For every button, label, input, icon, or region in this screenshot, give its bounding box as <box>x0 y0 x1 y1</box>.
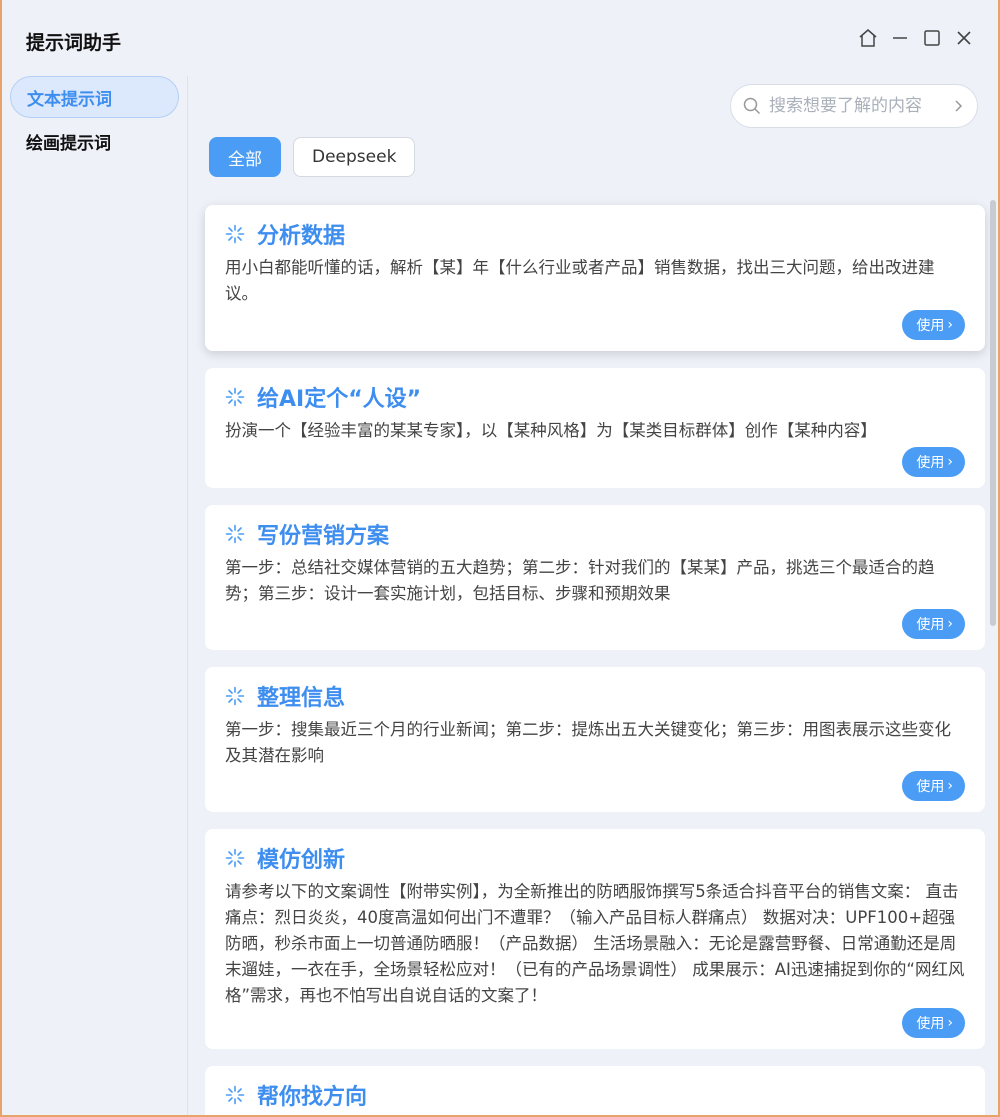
sidebar-item-text-prompts[interactable]: 文本提示词 <box>10 76 179 118</box>
sparkle-icon <box>225 1085 245 1105</box>
chevron-right-icon: › <box>947 778 953 794</box>
prompt-card: 给AI定个“人设” 扮演一个【经验丰富的某某专家】，以【某种风格】为【某类目标群… <box>205 368 985 488</box>
prompt-card: 写份营销方案 第一步：总结社交媒体营销的五大趋势；第二步：针对我们的【某某】产品… <box>205 505 985 650</box>
sidebar-item-label: 绘画提示词 <box>26 133 111 154</box>
sparkle-icon <box>225 387 245 407</box>
filter-all[interactable]: 全部 <box>209 137 281 177</box>
card-description: 第一步：总结社交媒体营销的五大趋势；第二步：针对我们的【某某】产品，挑选三个最适… <box>225 558 935 603</box>
use-button[interactable]: 使用 › <box>902 310 965 340</box>
sparkle-icon <box>225 524 245 544</box>
search-input[interactable] <box>769 96 951 116</box>
card-title: 帮你找方向 <box>257 1085 368 1110</box>
use-button[interactable]: 使用 › <box>902 609 965 639</box>
sparkle-icon <box>225 686 245 706</box>
card-title: 写份营销方案 <box>257 524 390 549</box>
filter-tabs: 全部 Deepseek <box>209 137 416 177</box>
card-title: 整理信息 <box>257 686 346 711</box>
search-icon <box>743 97 761 115</box>
use-button[interactable]: 使用 › <box>902 1008 965 1038</box>
card-description: 用小白都能听懂的话，解析【某】年【什么行业或者产品】销售数据，找出三大问题，给出… <box>225 258 935 303</box>
sidebar-item-drawing-prompts[interactable]: 绘画提示词 <box>10 120 179 162</box>
chevron-right-icon[interactable] <box>951 99 965 113</box>
app-window: 提示词助手 文本提示词 绘画提示词 搜索想要了解的内容 全部 Deepseek … <box>2 0 998 1115</box>
chevron-right-icon: › <box>947 616 953 632</box>
home-icon[interactable] <box>858 26 878 50</box>
chevron-right-icon: › <box>947 1015 953 1031</box>
use-button[interactable]: 使用 › <box>902 771 965 801</box>
scrollbar[interactable] <box>990 200 996 626</box>
app-title: 提示词助手 <box>26 32 122 54</box>
card-title: 给AI定个“人设” <box>257 387 422 412</box>
search-box <box>730 84 978 128</box>
minimize-icon[interactable] <box>890 26 910 50</box>
card-description: 扮演一个【经验丰富的某某专家】，以【某种风格】为【某类目标群体】创作【某种内容】 <box>225 421 877 440</box>
window-controls <box>858 26 974 50</box>
sidebar: 文本提示词 绘画提示词 <box>2 76 188 1115</box>
card-description: 第一步：搜集最近三个月的行业新闻；第二步：提炼出五大关键变化；第三步：用图表展示… <box>225 720 951 765</box>
use-button-label: 使用 <box>916 455 945 471</box>
card-title: 分析数据 <box>257 224 346 249</box>
chevron-right-icon: › <box>947 454 953 470</box>
maximize-icon[interactable] <box>922 26 942 50</box>
sidebar-item-label: 文本提示词 <box>27 89 112 110</box>
sparkle-icon <box>225 848 245 868</box>
close-icon[interactable] <box>954 26 974 50</box>
use-button[interactable]: 使用 › <box>902 447 965 477</box>
prompt-card: 分析数据 用小白都能听懂的话，解析【某】年【什么行业或者产品】销售数据，找出三大… <box>205 205 985 351</box>
sparkle-icon <box>225 224 245 244</box>
filter-deepseek[interactable]: Deepseek <box>293 137 416 177</box>
prompt-card: 模仿创新 请参考以下的文案调性【附带实例】，为全新推出的防晒服饰撰写5条适合抖音… <box>205 829 985 1049</box>
use-button-label: 使用 <box>916 1016 945 1032</box>
use-button-label: 使用 <box>916 779 945 795</box>
card-title: 模仿创新 <box>257 848 346 873</box>
use-button-label: 使用 <box>916 617 945 633</box>
prompt-card: 帮你找方向 <box>205 1066 985 1115</box>
chevron-right-icon: › <box>947 317 953 333</box>
title-bar: 提示词助手 <box>2 0 998 76</box>
card-description: 请参考以下的文案调性【附带实例】，为全新推出的防晒服饰撰写5条适合抖音平台的销售… <box>225 882 965 1005</box>
prompt-card: 整理信息 第一步：搜集最近三个月的行业新闻；第二步：提炼出五大关键变化；第三步：… <box>205 667 985 812</box>
prompt-list: 分析数据 用小白都能听懂的话，解析【某】年【什么行业或者产品】销售数据，找出三大… <box>205 205 985 1115</box>
use-button-label: 使用 <box>916 318 945 334</box>
main-content: 全部 Deepseek 分析数据 用小白都能听懂的话，解析【某】年【什么行业或者… <box>189 76 998 1115</box>
